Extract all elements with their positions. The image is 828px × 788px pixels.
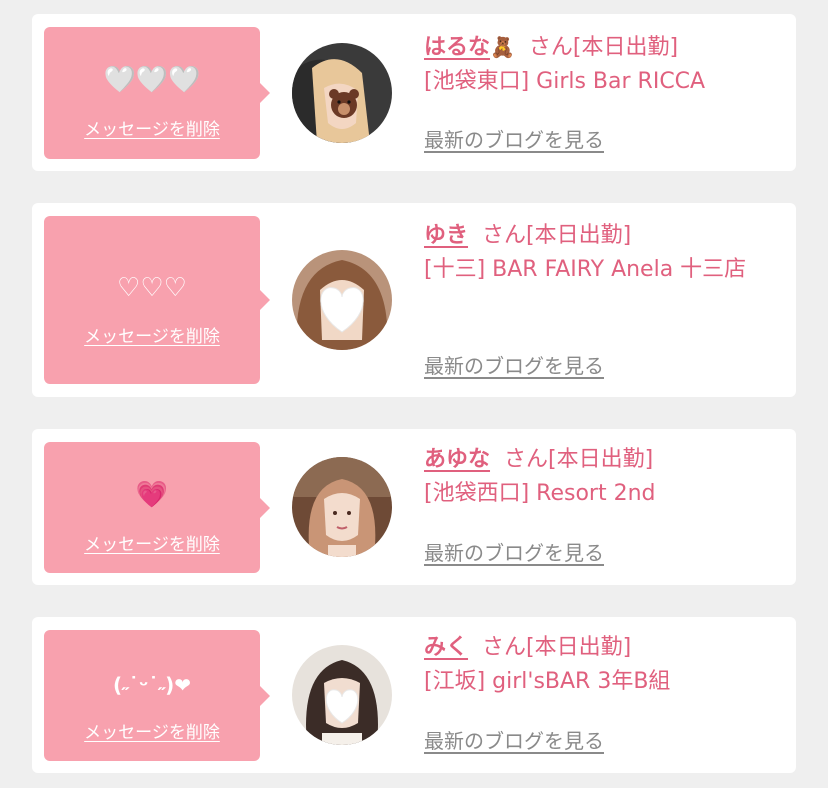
- name-line: はるな🧸 さん[本日出勤]: [424, 32, 784, 63]
- message-card: (˶˙ᵕ˙˶)❤ メッセージを削除 みく さん[本日出勤] [江坂] girl's…: [32, 617, 796, 773]
- latest-blog-link[interactable]: 最新のブログを見る: [424, 540, 604, 566]
- message-card: 💗 メッセージを削除 あゆな さん[本日出勤] [池袋西口] Resort 2nd…: [32, 429, 796, 585]
- shop-name: [池袋東口] Girls Bar RICCA: [424, 69, 706, 94]
- message-text: (˶˙ᵕ˙˶)❤: [112, 673, 192, 697]
- shop-name: [池袋西口] Resort 2nd: [424, 481, 656, 506]
- avatar[interactable]: [292, 43, 392, 143]
- girl-info: みく さん[本日出勤] [江坂] girl'sBAR 3年B組: [424, 633, 784, 697]
- delete-message-link[interactable]: メッセージを削除: [44, 119, 260, 141]
- girl-info: ゆき さん[本日出勤] [十三] BAR FAIRY Anela 十三店: [424, 221, 784, 285]
- name-line: みく さん[本日出勤]: [424, 633, 784, 663]
- message-bubble: 🤍🤍🤍 メッセージを削除: [44, 27, 270, 159]
- latest-blog-link[interactable]: 最新のブログを見る: [424, 127, 604, 153]
- latest-blog-link[interactable]: 最新のブログを見る: [424, 728, 604, 754]
- avatar[interactable]: [292, 457, 392, 557]
- message-text: 🤍🤍🤍: [103, 65, 201, 95]
- attendance-label: さん[本日出勤]: [482, 223, 632, 248]
- teddy-bear-icon: 🧸: [490, 35, 515, 59]
- shop-name: [江坂] girl'sBAR 3年B組: [424, 669, 671, 694]
- delete-message-link[interactable]: メッセージを削除: [44, 722, 260, 744]
- delete-message-link[interactable]: メッセージを削除: [44, 534, 260, 556]
- message-bubble: ♡♡♡ メッセージを削除: [44, 216, 270, 384]
- latest-blog-link[interactable]: 最新のブログを見る: [424, 353, 604, 379]
- message-card: 🤍🤍🤍 メッセージを削除 はるな🧸 さん[本日出勤] [池袋東口] Girls B…: [32, 14, 796, 171]
- attendance-label: さん[本日出勤]: [482, 635, 632, 660]
- attendance-label: さん[本日出勤]: [528, 35, 679, 60]
- girl-name-link[interactable]: あゆな: [424, 447, 490, 472]
- girl-name-link[interactable]: ゆき: [424, 223, 468, 248]
- attendance-label: さん[本日出勤]: [504, 447, 654, 472]
- avatar[interactable]: [292, 645, 392, 745]
- avatar[interactable]: [292, 250, 392, 350]
- girl-name-link[interactable]: はるな: [424, 35, 490, 60]
- girl-name-link[interactable]: みく: [424, 635, 468, 660]
- message-bubble: 💗 メッセージを削除: [44, 442, 270, 573]
- name-line: あゆな さん[本日出勤]: [424, 445, 784, 475]
- message-text: 💗: [135, 480, 169, 510]
- message-text: ♡♡♡: [117, 273, 187, 303]
- delete-message-link[interactable]: メッセージを削除: [44, 326, 260, 348]
- girl-info: はるな🧸 さん[本日出勤] [池袋東口] Girls Bar RICCA: [424, 32, 784, 97]
- shop-name: [十三] BAR FAIRY Anela 十三店: [424, 257, 747, 282]
- message-card: ♡♡♡ メッセージを削除 ゆき さん[本日出勤] [十三] BAR FAIRY A…: [32, 203, 796, 397]
- message-bubble: (˶˙ᵕ˙˶)❤ メッセージを削除: [44, 630, 270, 761]
- girl-info: あゆな さん[本日出勤] [池袋西口] Resort 2nd: [424, 445, 784, 509]
- name-line: ゆき さん[本日出勤]: [424, 221, 784, 251]
